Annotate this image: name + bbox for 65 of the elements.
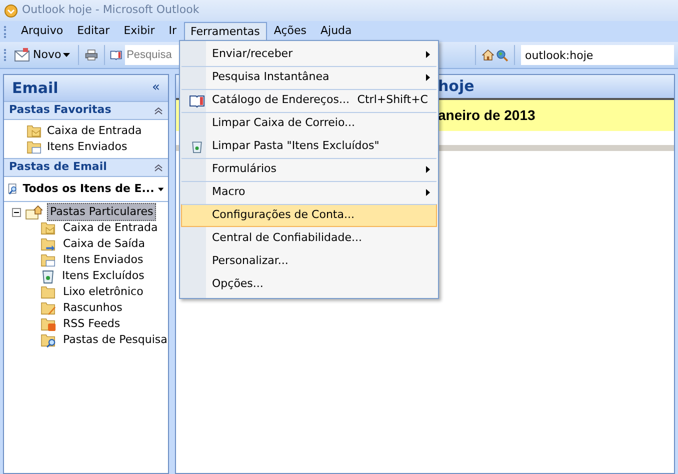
menu-item[interactable]: Editar	[70, 22, 117, 42]
search-icon	[8, 181, 19, 197]
submenu-arrow-icon	[426, 74, 430, 81]
window-title: Outlook hoje - Microsoft Outlook	[22, 2, 200, 18]
folder-item[interactable]: Itens Enviados	[47, 138, 128, 156]
home-icon[interactable]	[482, 47, 494, 63]
folder-icon	[40, 316, 57, 332]
folder-icon	[40, 220, 57, 236]
folder-icon	[40, 236, 57, 252]
folder-item[interactable]: Caixa de Entrada	[61, 220, 160, 236]
menu-item[interactable]: Central de Confiabilidade...	[181, 227, 437, 250]
folder-icon	[40, 284, 57, 300]
submenu-arrow-icon	[426, 189, 430, 196]
menu-item[interactable]: Enviar/receber	[181, 43, 437, 66]
folder-item[interactable]: Pastas Particulares	[47, 203, 156, 221]
folder-icon	[26, 139, 43, 155]
collapse-chevron-icon[interactable]	[154, 106, 163, 114]
menu-item[interactable]: Ferramentas	[184, 22, 267, 42]
menu-item[interactable]: Catálogo de Endereços... Ctrl+Shift+C	[181, 89, 437, 112]
folder-item[interactable]: Itens Enviados	[61, 252, 146, 268]
envelope-icon	[14, 48, 31, 62]
folder-item[interactable]: Itens Excluídos	[60, 268, 146, 284]
menu-item[interactable]: Ações	[266, 22, 314, 42]
submenu-arrow-icon	[426, 51, 430, 58]
home-folder-icon	[25, 204, 43, 220]
caret-icon	[158, 186, 164, 192]
collapse-chevron-icon[interactable]	[154, 164, 163, 172]
trash-bin-icon	[40, 268, 56, 284]
section-title: Pastas Favoritas	[9, 102, 112, 118]
menu-item[interactable]: Configurações de Conta...	[181, 204, 437, 227]
folder-icon	[26, 123, 43, 139]
folder-item[interactable]: Caixa de Saída	[61, 236, 147, 252]
pane-title: Email	[12, 78, 58, 99]
folder-item[interactable]: RSS Feeds	[61, 316, 122, 332]
new-button[interactable]: Novo	[12, 46, 72, 64]
printer-icon[interactable]	[84, 47, 98, 63]
menu-item[interactable]: Ajuda	[313, 22, 359, 42]
address-book-icon[interactable]	[110, 48, 123, 62]
menu-item[interactable]: Personalizar...	[181, 250, 437, 273]
menu-item[interactable]: Pesquisa Instantânea	[181, 66, 437, 89]
section-title: Pastas de Email	[9, 159, 107, 176]
shortcut-text: Ctrl+Shift+C	[357, 92, 428, 108]
collapse-pane-button[interactable]: «	[152, 78, 160, 98]
submenu-arrow-icon	[426, 166, 430, 173]
menu-item[interactable]: Limpar Caixa de Correio...	[181, 112, 437, 135]
address-book-icon	[189, 94, 205, 108]
folder-icon	[40, 300, 57, 316]
folder-item[interactable]: Lixo eletrônico	[61, 284, 146, 300]
address-field[interactable]: outlook:hoje	[521, 45, 674, 65]
folder-item[interactable]: Pastas de Pesquisa	[61, 332, 170, 348]
menu-item[interactable]: Limpar Pasta "Itens Excluídos"	[181, 135, 437, 158]
folder-icon	[40, 252, 57, 268]
view-selector[interactable]: Todos os Itens de E...	[4, 177, 168, 202]
date-text: aneiro de 2013	[438, 106, 536, 125]
menu-item[interactable]: Arquivo	[14, 22, 70, 42]
menu-item[interactable]: Ir	[162, 22, 184, 42]
menu-item[interactable]: Formulários	[181, 158, 437, 181]
caret-icon	[63, 53, 70, 57]
menu-item[interactable]: Opções...	[181, 273, 437, 296]
content-title: hoje	[438, 76, 474, 98]
folder-item[interactable]: Caixa de Entrada	[47, 122, 142, 140]
folder-item[interactable]: Rascunhos	[61, 300, 124, 316]
folder-icon	[40, 332, 57, 348]
collapse-toggle-icon[interactable]	[12, 208, 21, 216]
menu-item[interactable]: Exibir	[116, 22, 162, 42]
